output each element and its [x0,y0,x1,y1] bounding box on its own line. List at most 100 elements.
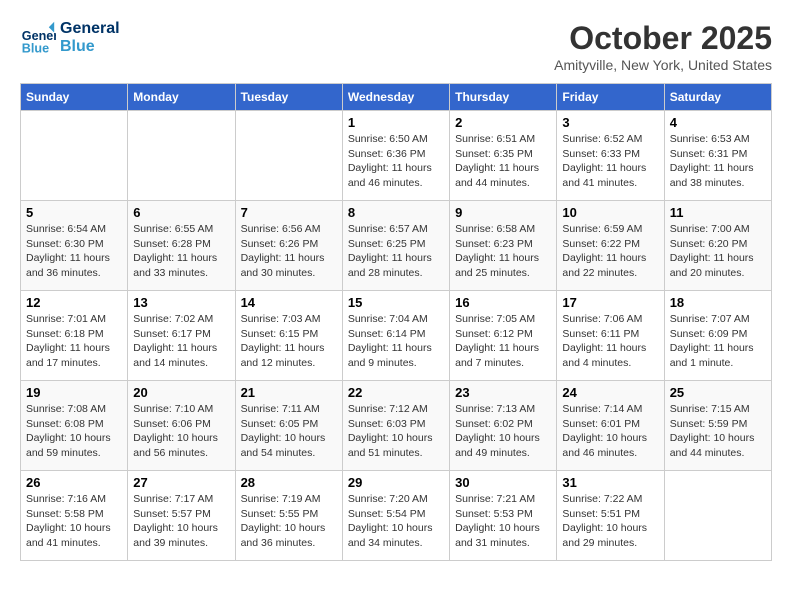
calendar-cell: 8Sunrise: 6:57 AM Sunset: 6:25 PM Daylig… [342,201,449,291]
day-number: 20 [133,385,229,400]
day-number: 26 [26,475,122,490]
day-number: 15 [348,295,444,310]
logo: General Blue General Blue [20,20,120,56]
day-number: 31 [562,475,658,490]
calendar-cell: 4 Sunrise: 6:53 AM Sunset: 6:31 PM Daylig… [664,111,771,201]
col-header-wednesday: Wednesday [342,84,449,111]
day-number: 25 [670,385,766,400]
calendar-cell: 16 Sunrise: 7:05 AM Sunset: 6:12 PM Dayli… [450,291,557,381]
day-number: 17 [562,295,658,310]
calendar-cell: 29 Sunrise: 7:20 AM Sunset: 5:54 PM Dayli… [342,471,449,561]
day-number: 3 [562,115,658,130]
calendar-cell: 22Sunrise: 7:12 AM Sunset: 6:03 PM Dayli… [342,381,449,471]
col-header-sunday: Sunday [21,84,128,111]
day-info: Sunrise: 7:03 AM Sunset: 6:15 PM Dayligh… [241,312,337,371]
day-info: Sunrise: 7:07 AM Sunset: 6:09 PM Dayligh… [670,312,766,371]
calendar-cell: 28Sunrise: 7:19 AM Sunset: 5:55 PM Dayli… [235,471,342,561]
calendar-cell: 26 Sunrise: 7:16 AM Sunset: 5:58 PM Dayli… [21,471,128,561]
day-info: Sunrise: 7:20 AM Sunset: 5:54 PM Dayligh… [348,492,444,551]
page-header: General Blue General Blue October 2025 A… [20,20,772,73]
day-info: Sunrise: 6:58 AM Sunset: 6:23 PM Dayligh… [455,222,551,281]
title-block: October 2025 Amityville, New York, Unite… [554,20,772,73]
calendar-cell: 14Sunrise: 7:03 AM Sunset: 6:15 PM Dayli… [235,291,342,381]
calendar-cell: 7 Sunrise: 6:56 AM Sunset: 6:26 PM Daylig… [235,201,342,291]
calendar-cell: 25 Sunrise: 7:15 AM Sunset: 5:59 PM Dayli… [664,381,771,471]
day-number: 8 [348,205,444,220]
calendar-cell: 20 Sunrise: 7:10 AM Sunset: 6:06 PM Dayli… [128,381,235,471]
calendar-cell: 5Sunrise: 6:54 AM Sunset: 6:30 PM Daylig… [21,201,128,291]
day-number: 24 [562,385,658,400]
day-info: Sunrise: 6:55 AM Sunset: 6:28 PM Dayligh… [133,222,229,281]
day-info: Sunrise: 6:50 AM Sunset: 6:36 PM Dayligh… [348,132,444,191]
calendar-cell: 27 Sunrise: 7:17 AM Sunset: 5:57 PM Dayli… [128,471,235,561]
day-info: Sunrise: 7:16 AM Sunset: 5:58 PM Dayligh… [26,492,122,551]
calendar-cell: 3 Sunrise: 6:52 AM Sunset: 6:33 PM Daylig… [557,111,664,201]
day-info: Sunrise: 7:13 AM Sunset: 6:02 PM Dayligh… [455,402,551,461]
calendar-cell: 18 Sunrise: 7:07 AM Sunset: 6:09 PM Dayli… [664,291,771,381]
day-info: Sunrise: 6:51 AM Sunset: 6:35 PM Dayligh… [455,132,551,191]
day-info: Sunrise: 6:59 AM Sunset: 6:22 PM Dayligh… [562,222,658,281]
col-header-saturday: Saturday [664,84,771,111]
col-header-tuesday: Tuesday [235,84,342,111]
logo-general: General [60,20,120,38]
day-number: 7 [241,205,337,220]
day-number: 29 [348,475,444,490]
day-number: 13 [133,295,229,310]
calendar-cell: 13 Sunrise: 7:02 AM Sunset: 6:17 PM Dayli… [128,291,235,381]
day-info: Sunrise: 7:01 AM Sunset: 6:18 PM Dayligh… [26,312,122,371]
calendar-cell: 10Sunrise: 6:59 AM Sunset: 6:22 PM Dayli… [557,201,664,291]
calendar-cell [235,111,342,201]
day-number: 9 [455,205,551,220]
day-number: 11 [670,205,766,220]
day-info: Sunrise: 7:10 AM Sunset: 6:06 PM Dayligh… [133,402,229,461]
day-info: Sunrise: 7:17 AM Sunset: 5:57 PM Dayligh… [133,492,229,551]
calendar-cell: 24 Sunrise: 7:14 AM Sunset: 6:01 PM Dayli… [557,381,664,471]
calendar-cell: 30Sunrise: 7:21 AM Sunset: 5:53 PM Dayli… [450,471,557,561]
calendar-cell: 1 Sunrise: 6:50 AM Sunset: 6:36 PM Daylig… [342,111,449,201]
day-number: 12 [26,295,122,310]
day-info: Sunrise: 7:00 AM Sunset: 6:20 PM Dayligh… [670,222,766,281]
day-info: Sunrise: 7:14 AM Sunset: 6:01 PM Dayligh… [562,402,658,461]
day-info: Sunrise: 7:12 AM Sunset: 6:03 PM Dayligh… [348,402,444,461]
day-info: Sunrise: 7:21 AM Sunset: 5:53 PM Dayligh… [455,492,551,551]
day-number: 18 [670,295,766,310]
calendar-cell: 17 Sunrise: 7:06 AM Sunset: 6:11 PM Dayli… [557,291,664,381]
calendar-cell: 15 Sunrise: 7:04 AM Sunset: 6:14 PM Dayli… [342,291,449,381]
day-number: 27 [133,475,229,490]
day-number: 19 [26,385,122,400]
calendar-cell: 11 Sunrise: 7:00 AM Sunset: 6:20 PM Dayli… [664,201,771,291]
calendar-cell [21,111,128,201]
day-number: 2 [455,115,551,130]
svg-text:Blue: Blue [22,41,49,55]
calendar-cell: 6 Sunrise: 6:55 AM Sunset: 6:28 PM Daylig… [128,201,235,291]
calendar-cell: 12 Sunrise: 7:01 AM Sunset: 6:18 PM Dayli… [21,291,128,381]
day-number: 16 [455,295,551,310]
day-info: Sunrise: 6:53 AM Sunset: 6:31 PM Dayligh… [670,132,766,191]
day-info: Sunrise: 7:06 AM Sunset: 6:11 PM Dayligh… [562,312,658,371]
calendar-cell [128,111,235,201]
calendar-cell: 19Sunrise: 7:08 AM Sunset: 6:08 PM Dayli… [21,381,128,471]
day-number: 6 [133,205,229,220]
day-info: Sunrise: 7:11 AM Sunset: 6:05 PM Dayligh… [241,402,337,461]
calendar-table: SundayMondayTuesdayWednesdayThursdayFrid… [20,83,772,561]
day-number: 1 [348,115,444,130]
calendar-cell: 23 Sunrise: 7:13 AM Sunset: 6:02 PM Dayli… [450,381,557,471]
calendar-cell: 21 Sunrise: 7:11 AM Sunset: 6:05 PM Dayli… [235,381,342,471]
day-number: 21 [241,385,337,400]
col-header-friday: Friday [557,84,664,111]
day-number: 4 [670,115,766,130]
col-header-thursday: Thursday [450,84,557,111]
calendar-cell: 31Sunrise: 7:22 AM Sunset: 5:51 PM Dayli… [557,471,664,561]
month-title: October 2025 [554,20,772,57]
day-info: Sunrise: 7:15 AM Sunset: 5:59 PM Dayligh… [670,402,766,461]
day-number: 23 [455,385,551,400]
day-info: Sunrise: 6:56 AM Sunset: 6:26 PM Dayligh… [241,222,337,281]
day-info: Sunrise: 6:52 AM Sunset: 6:33 PM Dayligh… [562,132,658,191]
day-info: Sunrise: 7:05 AM Sunset: 6:12 PM Dayligh… [455,312,551,371]
calendar-cell: 9 Sunrise: 6:58 AM Sunset: 6:23 PM Daylig… [450,201,557,291]
day-info: Sunrise: 7:02 AM Sunset: 6:17 PM Dayligh… [133,312,229,371]
day-info: Sunrise: 7:19 AM Sunset: 5:55 PM Dayligh… [241,492,337,551]
day-info: Sunrise: 7:04 AM Sunset: 6:14 PM Dayligh… [348,312,444,371]
logo-icon: General Blue [20,20,56,56]
calendar-cell [664,471,771,561]
